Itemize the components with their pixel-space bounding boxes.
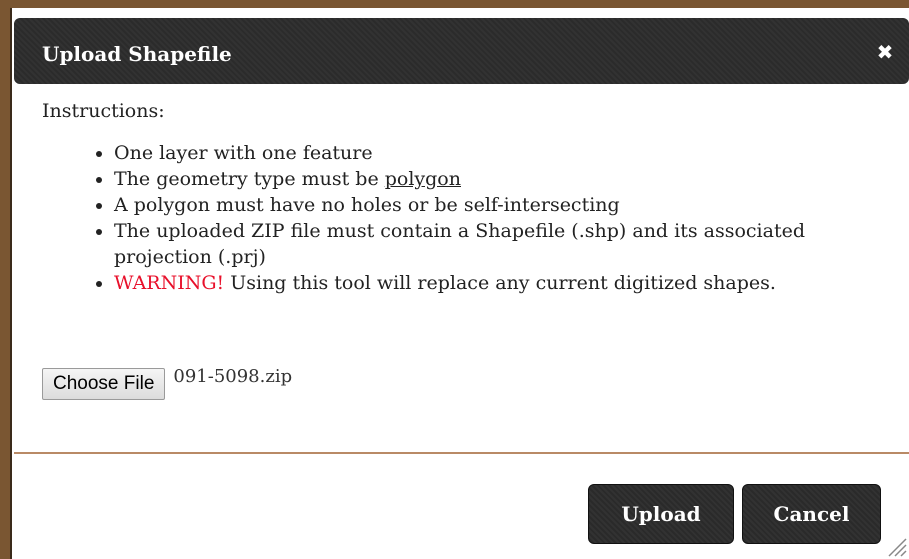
upload-shapefile-dialog: Upload Shapefile ✖ Instructions: One lay… bbox=[10, 8, 909, 559]
list-item: One layer with one feature bbox=[114, 140, 894, 166]
list-item-text: One layer with one feature bbox=[114, 142, 373, 164]
selected-file-name: 091-5098.zip bbox=[173, 366, 293, 387]
list-item-text: The uploaded ZIP file must contain a Sha… bbox=[114, 220, 805, 268]
file-input-row: Choose File 091-5098.zip bbox=[42, 368, 292, 402]
resize-handle-icon[interactable] bbox=[885, 535, 907, 557]
close-icon[interactable]: ✖ bbox=[875, 42, 895, 62]
warning-label: WARNING! bbox=[114, 272, 225, 294]
polygon-emphasis: polygon bbox=[384, 168, 461, 190]
dialog-title: Upload Shapefile bbox=[42, 42, 232, 66]
list-item-text: The geometry type must be bbox=[114, 168, 385, 190]
upload-button[interactable]: Upload bbox=[588, 484, 734, 544]
dialog-footer: Upload Cancel bbox=[14, 454, 909, 559]
list-item: The geometry type must be polygon bbox=[114, 166, 894, 192]
choose-file-button[interactable]: Choose File bbox=[42, 368, 166, 400]
list-item-text: A polygon must have no holes or be self-… bbox=[114, 194, 620, 216]
instructions-list: One layer with one feature The geometry … bbox=[42, 140, 894, 296]
list-item: A polygon must have no holes or be self-… bbox=[114, 192, 894, 218]
cancel-button[interactable]: Cancel bbox=[742, 484, 881, 544]
list-item: The uploaded ZIP file must contain a Sha… bbox=[114, 218, 894, 270]
list-item: WARNING! Using this tool will replace an… bbox=[114, 270, 894, 296]
dialog-titlebar[interactable]: Upload Shapefile ✖ bbox=[14, 18, 909, 84]
instructions-heading: Instructions: bbox=[42, 100, 165, 122]
warning-text: Using this tool will replace any current… bbox=[224, 272, 776, 294]
dialog-body: Instructions: One layer with one feature… bbox=[14, 84, 909, 452]
